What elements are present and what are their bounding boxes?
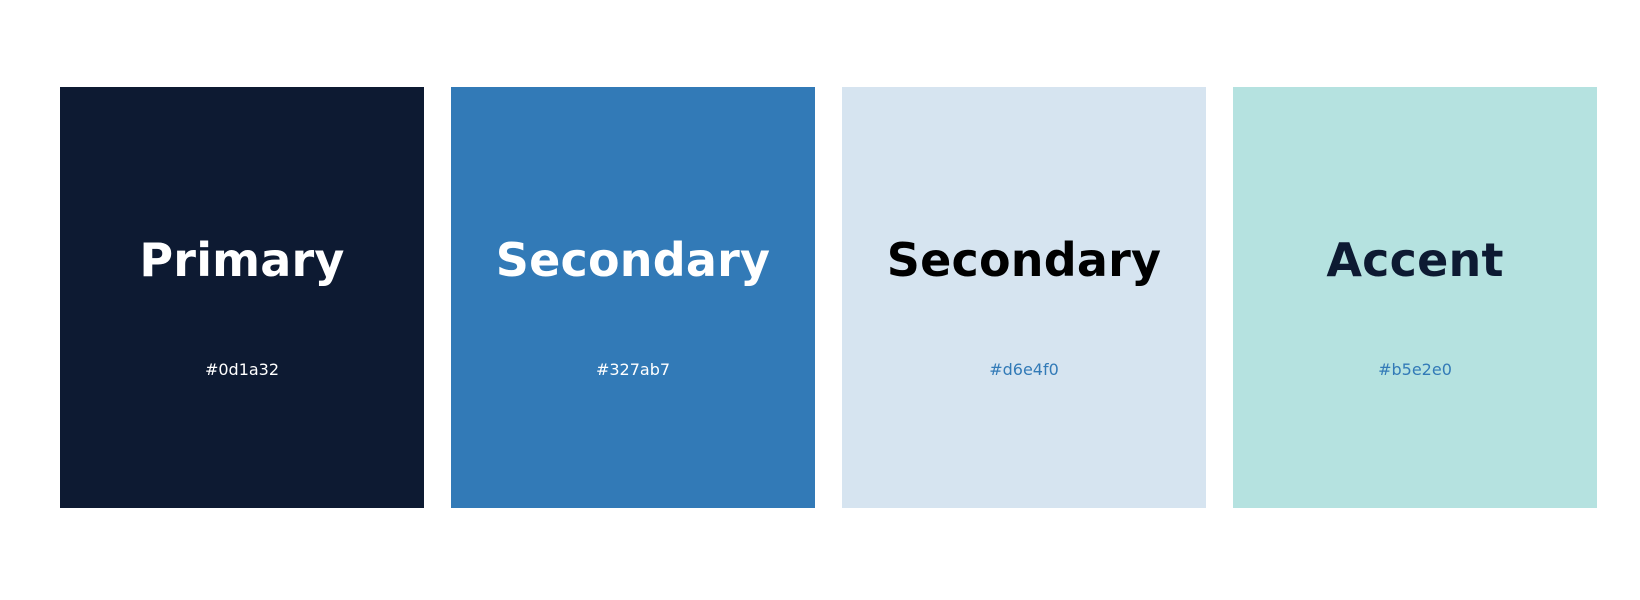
swatch-name: Secondary	[495, 233, 771, 287]
swatch-primary: Primary #0d1a32	[60, 87, 424, 508]
swatch-hex-code: #b5e2e0	[1378, 360, 1452, 379]
swatch-name: Secondary	[886, 233, 1162, 287]
swatch-hex-code: #327ab7	[595, 360, 671, 379]
swatch-accent: Accent #b5e2e0	[1233, 87, 1597, 508]
swatch-secondary-light: Secondary #d6e4f0	[842, 87, 1206, 508]
swatch-secondary: Secondary #327ab7	[451, 87, 815, 508]
color-palette: Primary #0d1a32 Secondary #327ab7 Second…	[60, 87, 1597, 508]
swatch-hex-code: #d6e4f0	[989, 360, 1059, 379]
swatch-name: Accent	[1326, 233, 1504, 287]
swatch-name: Primary	[139, 233, 345, 287]
swatch-hex-code: #0d1a32	[204, 360, 280, 379]
